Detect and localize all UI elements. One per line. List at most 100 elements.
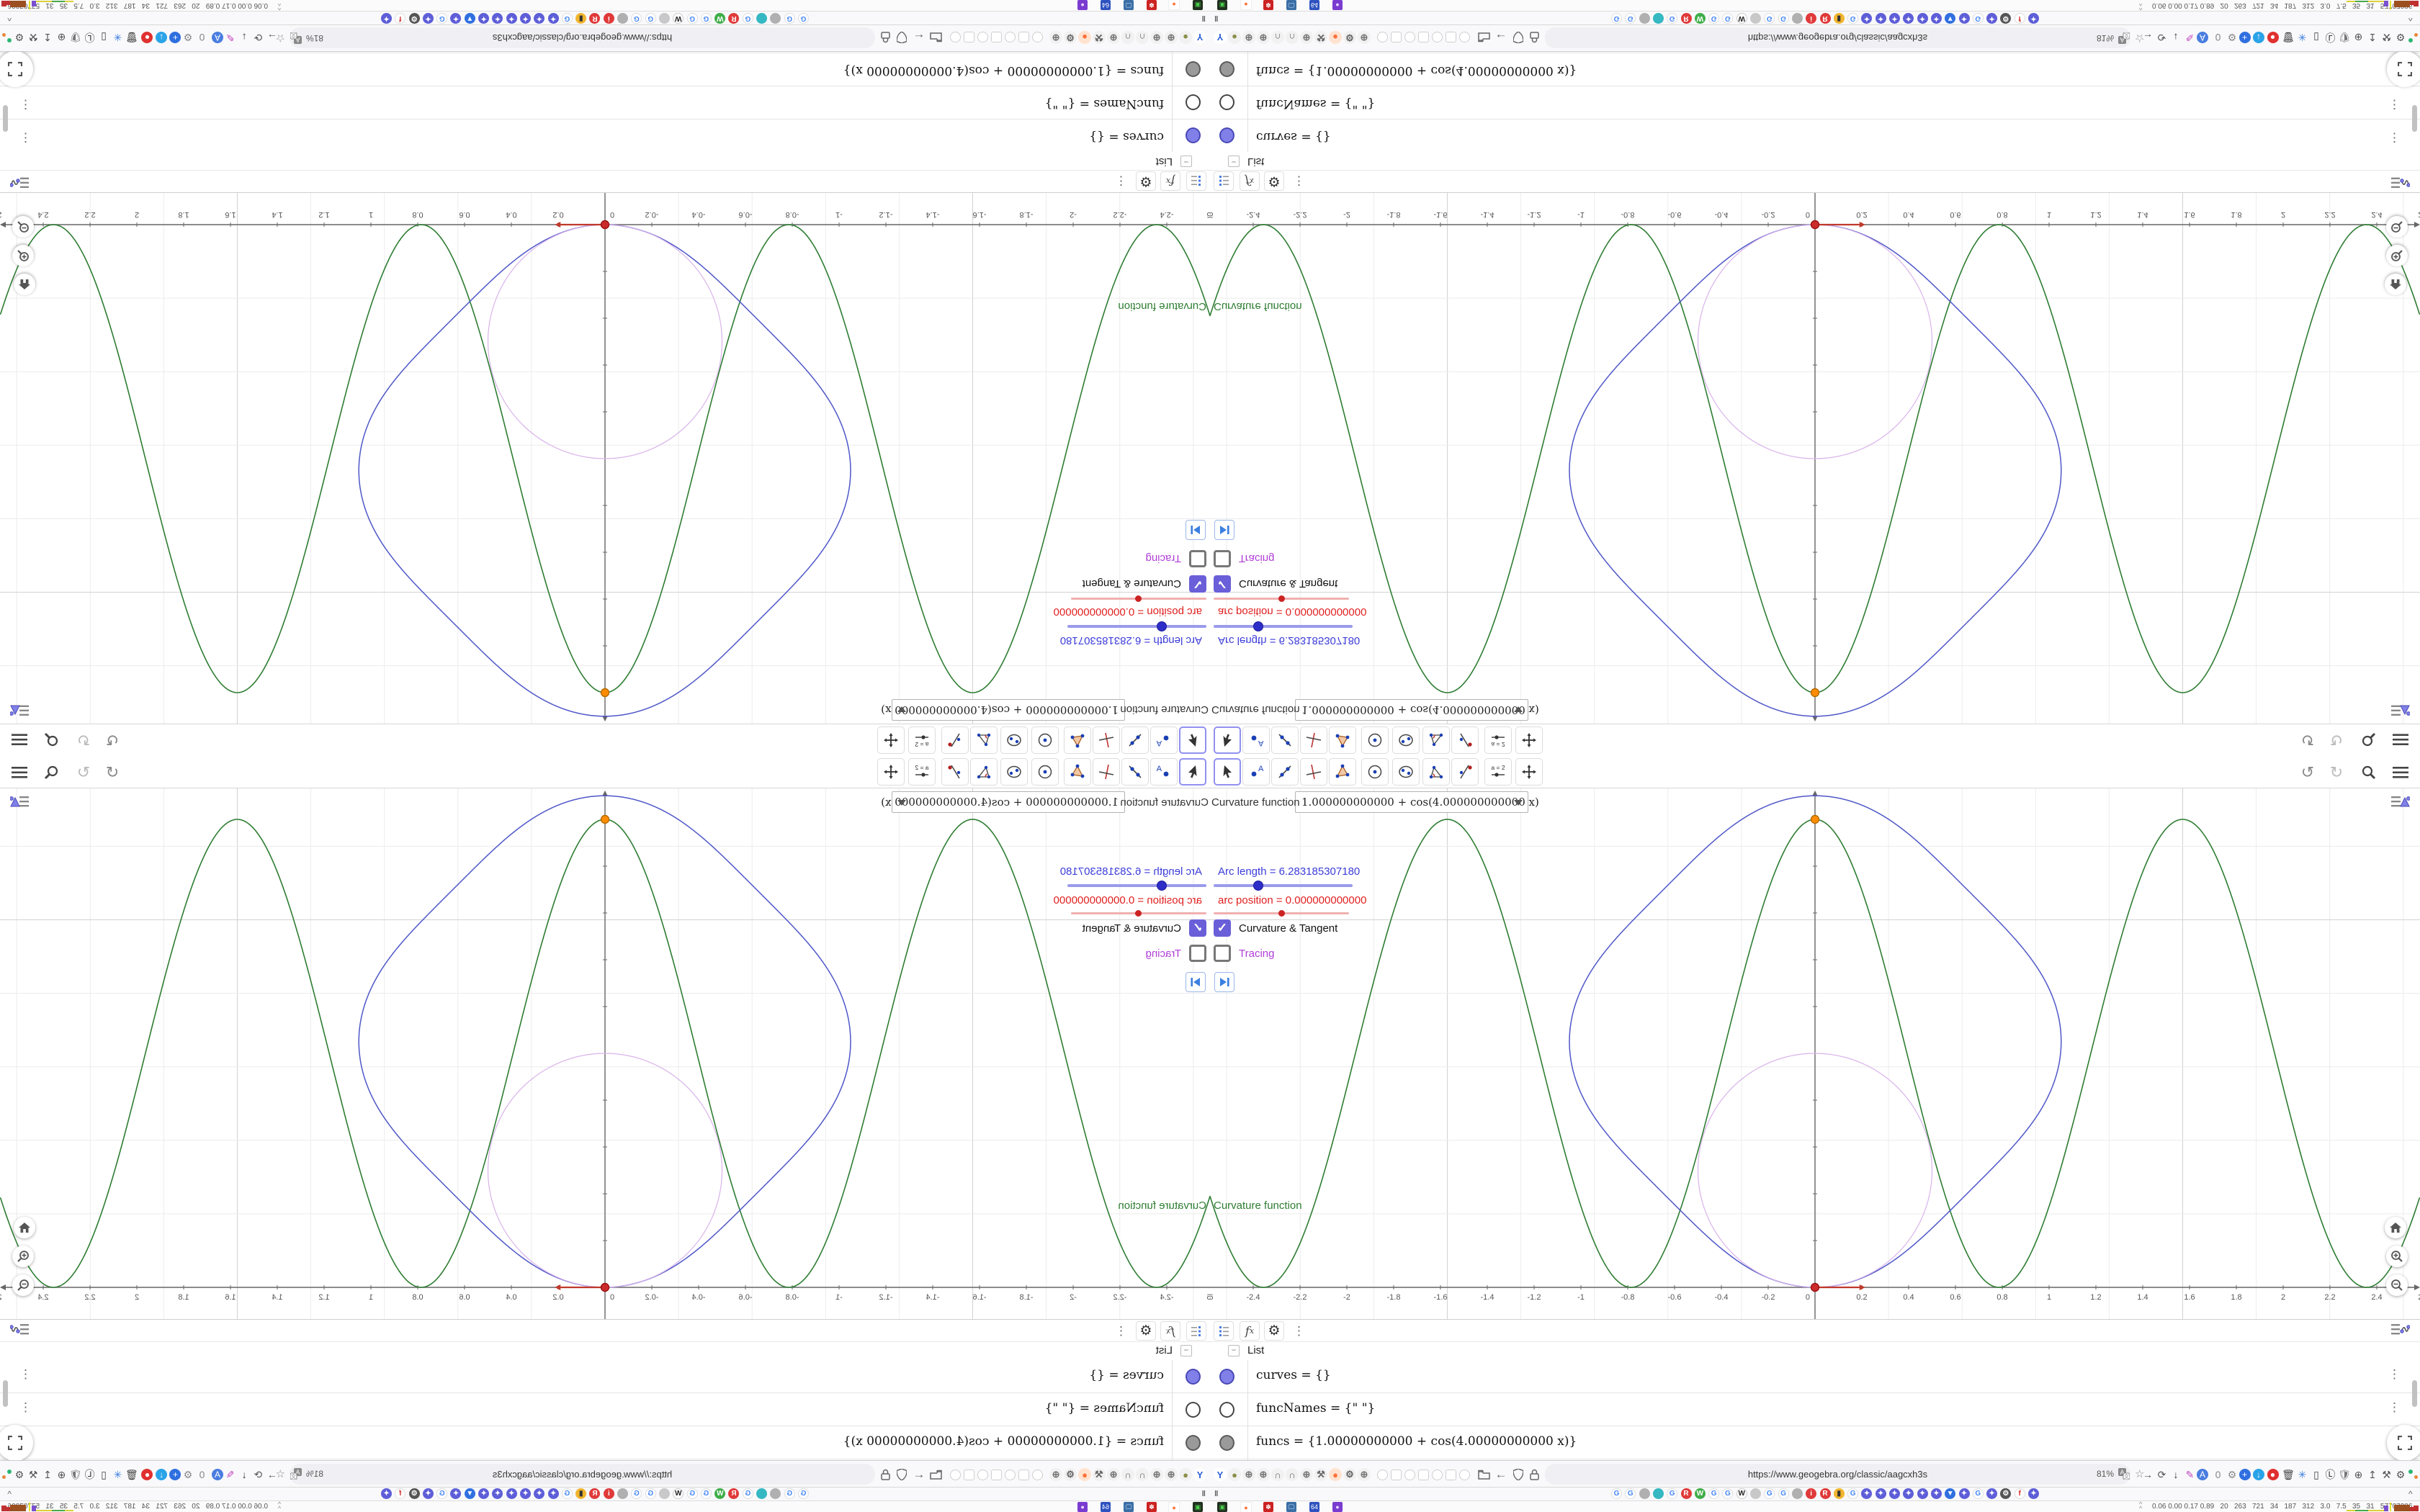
arc-length-slider[interactable] [1214, 621, 1353, 631]
wrench-icon[interactable]: ⚒ [2380, 30, 2394, 45]
polygon-tool[interactable] [1329, 726, 1356, 754]
redo-button[interactable]: ↻ [73, 729, 94, 750]
trash-icon[interactable]: 🗑 [125, 1467, 139, 1482]
algebra-group-row[interactable]: − List [0, 1341, 1210, 1360]
bookmark-blue-circle[interactable]: ▼ [1945, 1488, 1956, 1499]
arc-position-slider-thumb[interactable] [1278, 910, 1285, 917]
undo-button[interactable]: ↺ [2297, 762, 2318, 783]
trash-icon[interactable]: 🗑 [2281, 30, 2295, 45]
wheel-icon[interactable]: ✳ [2295, 30, 2310, 45]
globe-extension-icon[interactable]: ⊕ [1165, 31, 1178, 44]
record-icon[interactable]: ● [141, 1469, 153, 1480]
bookmark-gray-site[interactable] [617, 1488, 629, 1499]
y-extension-icon[interactable]: Y [1193, 31, 1206, 44]
taskbar-display-app[interactable]: 🖵 [1124, 0, 1134, 10]
disabled-extension-icon[interactable] [1459, 1470, 1470, 1480]
globe-extension-icon[interactable]: ⊕ [1300, 31, 1313, 44]
conic-tool[interactable] [1000, 726, 1028, 754]
bookmark-gray-site[interactable] [770, 1488, 781, 1499]
lock-icon[interactable] [879, 30, 893, 45]
perpendicular-line-tool[interactable] [1300, 726, 1327, 754]
lock-icon[interactable] [1527, 30, 1541, 45]
taskbar-purple-app[interactable]: ● [1332, 1502, 1343, 1512]
bookmark-purple-star[interactable]: ✦ [1930, 1488, 1942, 1499]
add-icon[interactable]: + [169, 1469, 182, 1480]
gear-extension-icon[interactable]: ⚙ [1343, 31, 1356, 44]
taskbar-purple-app[interactable]: ● [1332, 0, 1343, 10]
perpendicular-line-tool[interactable] [1093, 726, 1120, 754]
arc-position-slider[interactable] [1071, 910, 1206, 917]
arc-extension-icon[interactable]: ∩ [1271, 1468, 1284, 1481]
visibility-marble[interactable] [1219, 127, 1234, 143]
search-icon[interactable] [40, 729, 62, 750]
disabled-extension-icon[interactable] [1377, 1470, 1388, 1480]
globe-extension-icon[interactable]: ⊕ [1150, 31, 1163, 44]
visibility-marble[interactable] [1186, 127, 1201, 143]
polygon-tool[interactable] [1064, 726, 1091, 754]
record-icon[interactable]: ● [141, 32, 153, 43]
globe-extension-icon[interactable]: ⊕ [1300, 1468, 1313, 1481]
graphics-stylebar-icon[interactable] [9, 703, 29, 717]
globe-extension-icon[interactable]: ⊕ [1107, 1468, 1120, 1481]
colors-icon[interactable]: ✎ [2183, 30, 2197, 45]
shield-icon[interactable]: 🛡 [2337, 1467, 2352, 1482]
angle-tool[interactable] [970, 758, 998, 786]
bookmark-yandex[interactable]: R [1680, 1488, 1692, 1499]
bookmark-purple-star[interactable]: ✦ [2028, 1488, 2039, 1499]
bookmark-purple-star[interactable]: ✦ [1917, 1488, 1928, 1499]
back-arrow-icon[interactable]: ← [1494, 1467, 1508, 1482]
angle-tool[interactable] [1422, 726, 1450, 754]
taskbar-floppy-app[interactable]: 64 [1101, 0, 1111, 10]
pan-tool[interactable] [877, 758, 905, 786]
shield-icon[interactable]: 🛡 [2337, 30, 2352, 45]
disabled-extension-icon[interactable] [1005, 1470, 1016, 1480]
bookmark-google[interactable]: G [1611, 13, 1622, 24]
algebra-scrollbar[interactable] [3, 105, 8, 132]
translate-ext-icon[interactable]: A [212, 32, 223, 43]
bookmark-google[interactable]: G [1708, 1488, 1720, 1499]
olive-extension-icon[interactable]: ● [1228, 31, 1241, 44]
bookmarks-overflow-icon[interactable]: ^ [2408, 13, 2413, 23]
taskbar-floppy-app[interactable]: 64 [1101, 1502, 1111, 1512]
zoom-in-icon[interactable] [2386, 245, 2408, 266]
disabled-extension-icon[interactable] [977, 32, 988, 42]
slider-tool[interactable]: a = 2 [1484, 758, 1512, 786]
algebra-tree-view-icon[interactable] [1186, 171, 1206, 191]
algebra-row-funcs[interactable]: funcs = {1.00000000000 + cos(4.000000000… [0, 53, 1210, 86]
disabled-extension-icon[interactable] [1018, 32, 1029, 42]
bookmark-green-site[interactable]: W [714, 13, 726, 24]
bookmark-green-site[interactable]: W [714, 1488, 726, 1499]
bookmark-blue-circle[interactable]: ▼ [1945, 13, 1956, 24]
translate-page-icon[interactable]: A文 [290, 1468, 302, 1483]
bookmark-google[interactable]: G [1847, 13, 1859, 24]
translate-page-icon[interactable]: A文 [2118, 29, 2130, 44]
undo-button[interactable]: ↺ [2297, 729, 2318, 750]
graphics-view[interactable]: -2.6 -2.4 -2.2 -2 -1.8 -1.6 -1.4 -1.2 -1 -0.8 -0.6… [1210, 788, 2420, 1319]
bookmark-purple-star[interactable]: ✦ [520, 13, 531, 24]
bookmark-gray-site[interactable] [1791, 13, 1803, 24]
bookmark-purple-star[interactable]: ✦ [547, 13, 559, 24]
bookmark-google[interactable]: G [631, 13, 642, 24]
algebra-kebab-icon[interactable]: ⋮ [1115, 1324, 1127, 1338]
globe-grid-icon[interactable]: ⊕ [2352, 1467, 2366, 1482]
taskbar-purple-app[interactable]: ● [1077, 0, 1088, 10]
ld-icon[interactable]: Ⓛ [2323, 1467, 2338, 1482]
record-icon[interactable]: ● [2267, 1469, 2279, 1480]
collapse-icon[interactable]: − [1228, 156, 1240, 167]
bookmark-image-site[interactable]: ▮ [575, 1488, 587, 1499]
bookmark-purple-star[interactable]: ✦ [547, 1488, 559, 1499]
transform-tool[interactable] [941, 726, 969, 754]
globe-extension-icon[interactable]: ⊕ [1257, 31, 1270, 44]
shield-icon[interactable]: 🛡 [68, 30, 83, 45]
taskbar-terminal-app[interactable]: ▣ [1217, 0, 1227, 10]
bookmark-google[interactable]: G [436, 13, 448, 24]
bookmark-purple-star[interactable]: ✦ [1903, 1488, 1914, 1499]
wrench-extension-icon[interactable]: ⚒ [1314, 31, 1327, 44]
arc-extension-icon[interactable]: ∩ [1121, 1468, 1134, 1481]
bookmark-yandex[interactable]: R [1680, 13, 1692, 24]
algebra-stylebar-icon[interactable] [2391, 175, 2411, 189]
bookmark-purple-star[interactable]: ✦ [1958, 1488, 1970, 1499]
bookmark-google[interactable]: G [1972, 13, 1984, 24]
add-icon[interactable]: + [2238, 1469, 2251, 1480]
menu-icon[interactable] [9, 762, 30, 783]
